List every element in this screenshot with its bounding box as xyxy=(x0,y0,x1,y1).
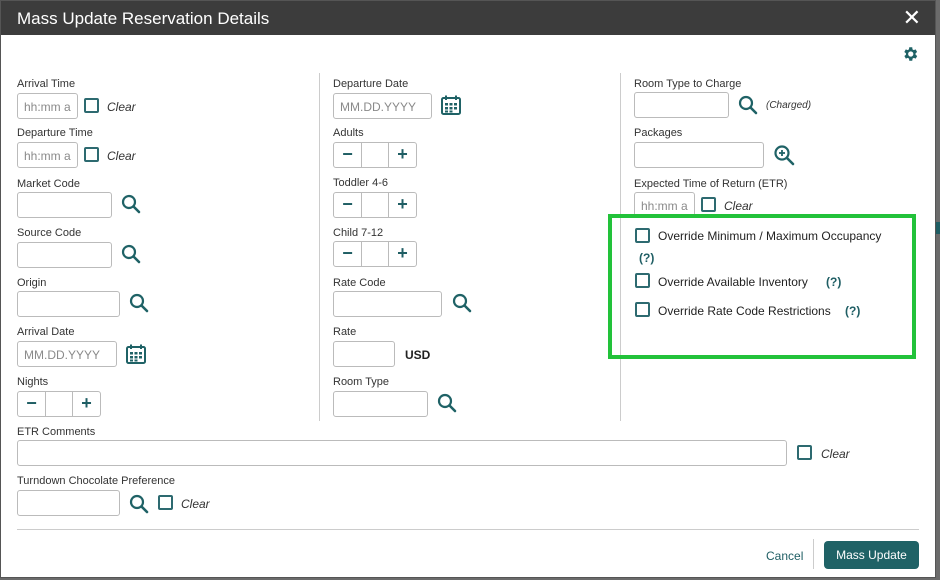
rate-code-input[interactable] xyxy=(333,291,442,317)
etr-clear-label: Clear xyxy=(724,199,753,213)
turndown-search-icon[interactable] xyxy=(129,494,149,514)
nights-decrement-button[interactable]: − xyxy=(18,392,46,416)
dialog-title: Mass Update Reservation Details xyxy=(17,9,270,28)
arrival-time-clear-checkbox[interactable] xyxy=(84,98,99,113)
nights-increment-button[interactable]: + xyxy=(72,392,100,416)
overrides-highlight-box xyxy=(608,214,916,359)
arrival-date-calendar-icon[interactable] xyxy=(125,343,147,365)
departure-time-clear-checkbox[interactable] xyxy=(84,147,99,162)
rate-currency: USD xyxy=(405,348,431,362)
toddler-label: Toddler 4-6 xyxy=(333,177,389,189)
arrival-time-label: Arrival Time xyxy=(17,78,76,90)
departure-date-label: Departure Date xyxy=(333,78,409,90)
turndown-clear-label: Clear xyxy=(181,497,210,511)
rate-code-search-icon[interactable] xyxy=(452,293,472,313)
adults-stepper: − + xyxy=(333,142,417,168)
background-page-edge xyxy=(936,222,940,234)
market-code-input[interactable] xyxy=(17,192,112,218)
adults-label: Adults xyxy=(333,127,364,139)
turndown-label: Turndown Chocolate Preference xyxy=(17,475,175,487)
child-decrement-button[interactable]: − xyxy=(334,242,362,266)
mass-update-button[interactable]: Mass Update xyxy=(824,541,919,569)
arrival-date-input[interactable]: MM.DD.YYYY xyxy=(17,341,117,367)
dialog-titlebar: Mass Update Reservation Details ✕ xyxy=(1,1,935,35)
market-code-label: Market Code xyxy=(17,178,80,190)
etr-comments-clear-label: Clear xyxy=(821,447,850,461)
departure-date-input[interactable]: MM.DD.YYYY xyxy=(333,93,432,119)
etr-comments-clear-checkbox[interactable] xyxy=(797,445,812,460)
arrival-date-label: Arrival Date xyxy=(17,326,75,338)
arrival-time-clear-label: Clear xyxy=(107,100,136,114)
packages-input[interactable] xyxy=(634,142,764,168)
footer-divider xyxy=(17,529,919,530)
child-increment-button[interactable]: + xyxy=(388,242,416,266)
child-stepper: − + xyxy=(333,241,417,267)
turndown-clear-checkbox[interactable] xyxy=(158,495,173,510)
rate-input[interactable] xyxy=(333,341,395,367)
nights-stepper: − + xyxy=(17,391,101,417)
room-type-search-icon[interactable] xyxy=(437,393,457,413)
close-icon[interactable]: ✕ xyxy=(903,7,921,29)
etr-comments-input[interactable] xyxy=(17,440,787,466)
nights-label: Nights xyxy=(17,376,49,388)
room-type-to-charge-search-icon[interactable] xyxy=(738,95,758,115)
toddler-decrement-button[interactable]: − xyxy=(334,193,362,217)
turndown-input[interactable] xyxy=(17,490,120,516)
toddler-stepper: − + xyxy=(333,192,417,218)
departure-time-label: Departure Time xyxy=(17,127,93,139)
departure-time-input[interactable]: hh:mm a xyxy=(17,142,78,168)
toddler-increment-button[interactable]: + xyxy=(388,193,416,217)
mass-update-dialog: Mass Update Reservation Details ✕ Arriva… xyxy=(0,0,936,578)
room-type-label: Room Type xyxy=(333,376,390,388)
source-code-label: Source Code xyxy=(17,227,82,239)
etr-label: Expected Time of Return (ETR) xyxy=(634,178,788,190)
column-divider-1 xyxy=(319,73,320,421)
gear-icon[interactable] xyxy=(901,45,919,63)
room-type-to-charge-input[interactable] xyxy=(634,92,729,118)
child-label: Child 7-12 xyxy=(333,227,384,239)
origin-input[interactable] xyxy=(17,291,120,317)
departure-time-clear-label: Clear xyxy=(107,149,136,163)
origin-search-icon[interactable] xyxy=(129,293,149,313)
adults-decrement-button[interactable]: − xyxy=(334,143,362,167)
departure-date-calendar-icon[interactable] xyxy=(440,94,462,116)
etr-clear-checkbox[interactable] xyxy=(701,197,716,212)
rate-code-label: Rate Code xyxy=(333,277,386,289)
adults-increment-button[interactable]: + xyxy=(388,143,416,167)
etr-comments-label: ETR Comments xyxy=(17,426,96,438)
origin-label: Origin xyxy=(17,277,47,289)
packages-search-add-icon[interactable] xyxy=(773,144,795,166)
footer-separator xyxy=(813,539,814,569)
room-type-input[interactable] xyxy=(333,391,428,417)
cancel-button[interactable]: Cancel xyxy=(766,549,803,563)
source-code-search-icon[interactable] xyxy=(121,244,141,264)
charged-note: (Charged) xyxy=(766,100,812,111)
market-code-search-icon[interactable] xyxy=(121,194,141,214)
source-code-input[interactable] xyxy=(17,242,112,268)
room-type-to-charge-label: Room Type to Charge xyxy=(634,78,742,90)
packages-label: Packages xyxy=(634,127,683,139)
rate-label: Rate xyxy=(333,326,357,338)
arrival-time-input[interactable]: hh:mm a xyxy=(17,93,78,119)
